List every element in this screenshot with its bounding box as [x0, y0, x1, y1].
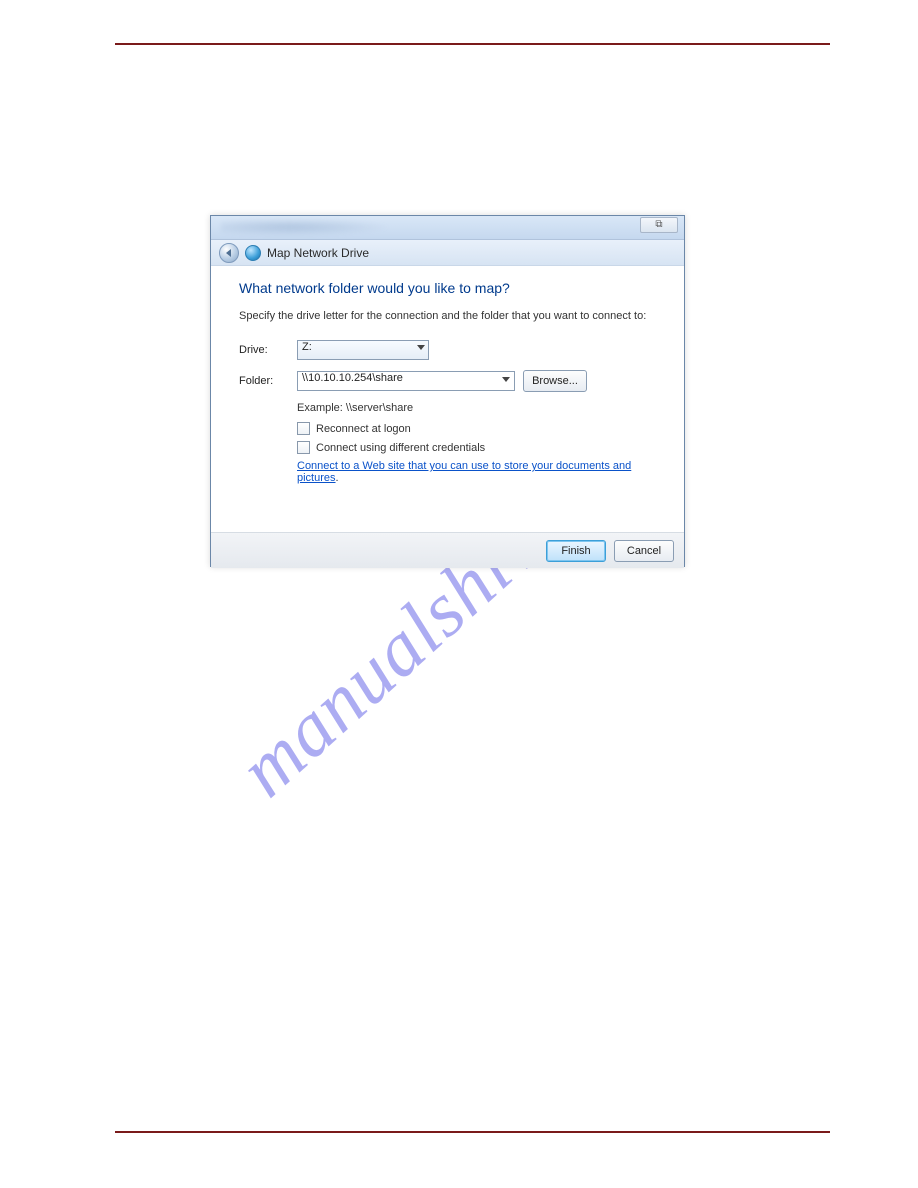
different-credentials-label: Connect using different credentials: [316, 442, 485, 454]
drive-value: Z:: [302, 341, 312, 353]
blurred-parent-title: [221, 218, 391, 236]
wizard-body: What network folder would you like to ma…: [211, 266, 684, 532]
bottom-rule: [115, 1131, 830, 1133]
reconnect-row: Reconnect at logon: [297, 422, 656, 435]
drive-row: Drive: Z:: [239, 340, 656, 360]
folder-row: Folder: \\10.10.10.254\share Browse...: [239, 370, 656, 392]
chevron-down-icon: [417, 345, 425, 350]
example-text: Example: \\server\share: [297, 402, 656, 414]
reconnect-label: Reconnect at logon: [316, 423, 411, 435]
drive-label: Drive:: [239, 344, 297, 356]
close-button[interactable]: ⧉: [640, 217, 678, 233]
link-period: .: [336, 472, 339, 484]
top-rule: [115, 43, 830, 45]
map-network-drive-dialog: ⧉ Map Network Drive What network folder …: [210, 215, 685, 567]
drive-select[interactable]: Z:: [297, 340, 429, 360]
finish-button[interactable]: Finish: [546, 540, 606, 562]
reconnect-checkbox[interactable]: [297, 422, 310, 435]
connect-website-link[interactable]: Connect to a Web site that you can use t…: [297, 460, 631, 484]
chevron-down-icon: [502, 377, 510, 382]
folder-label: Folder:: [239, 375, 297, 387]
wizard-heading: What network folder would you like to ma…: [239, 280, 656, 296]
wizard-footer: Finish Cancel: [211, 532, 684, 568]
parent-window-titlebar: ⧉: [211, 216, 684, 240]
back-icon[interactable]: [219, 243, 239, 263]
wizard-header: Map Network Drive: [211, 240, 684, 266]
folder-combobox[interactable]: \\10.10.10.254\share: [297, 371, 515, 391]
network-globe-icon: [245, 245, 261, 261]
wizard-instruction: Specify the drive letter for the connect…: [239, 310, 656, 322]
folder-value: \\10.10.10.254\share: [302, 372, 403, 384]
browse-button[interactable]: Browse...: [523, 370, 587, 392]
page-container: manualshive.com ⧉ Map Network Drive What…: [0, 0, 918, 1188]
wizard-title: Map Network Drive: [267, 246, 369, 260]
website-link-row: Connect to a Web site that you can use t…: [297, 460, 656, 484]
different-credentials-row: Connect using different credentials: [297, 441, 656, 454]
different-credentials-checkbox[interactable]: [297, 441, 310, 454]
cancel-button[interactable]: Cancel: [614, 540, 674, 562]
